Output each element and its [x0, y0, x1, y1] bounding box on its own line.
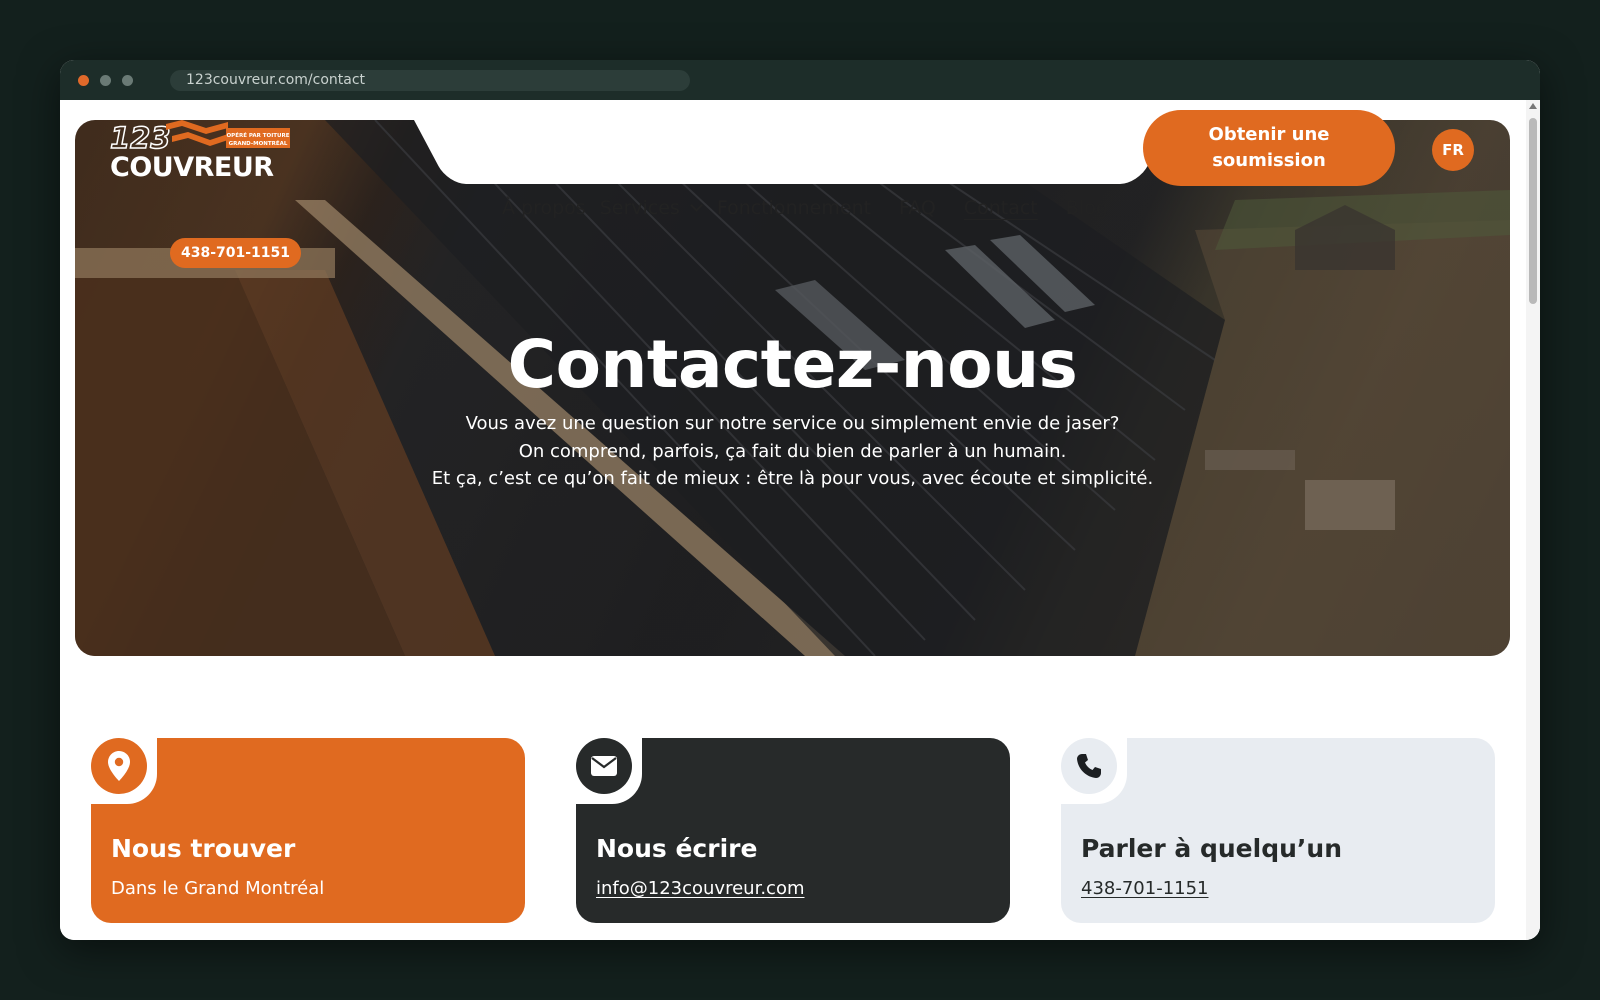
nav-item-fonctionnement[interactable]: Fonctionnement	[717, 197, 871, 219]
page-viewport: 123 OPÉRÉ PAR TOITURE GRAND-MONTRÉAL COU…	[60, 100, 1540, 940]
logo-number: 123	[110, 121, 171, 155]
card-title: Nous écrire	[596, 834, 758, 863]
phone-icon	[1061, 738, 1117, 794]
address-bar[interactable]: 123couvreur.com/contact	[170, 70, 690, 91]
header-phone-button[interactable]: 438-701-1151	[170, 238, 301, 268]
chevron-down-icon	[689, 199, 703, 212]
maximize-window-button[interactable]	[122, 75, 133, 86]
get-quote-button[interactable]: Obtenir une soumission	[1143, 110, 1395, 186]
minimize-window-button[interactable]	[100, 75, 111, 86]
nav-item-services[interactable]: Services	[599, 197, 703, 219]
nav-item-services-label: Services	[599, 197, 680, 219]
browser-titlebar: 123couvreur.com/contact	[60, 60, 1540, 100]
roof-mark-icon	[166, 120, 228, 134]
get-quote-line-2: soumission	[1212, 150, 1326, 171]
hero-subtitle-line-2: On comprend, parfois, ça fait du bien de…	[518, 441, 1067, 462]
main-navigation: À propos Services Fonctionnement FAQ Con…	[502, 194, 1108, 222]
logo-name: COUVREUR	[110, 152, 274, 180]
hero-subtitle-line-3: Et ça, c’est ce qu’on fait de mieux : êt…	[431, 468, 1154, 489]
browser-window: 123couvreur.com/contact 123 OPÉRÉ PAR TO…	[60, 60, 1540, 940]
card-title: Nous trouver	[111, 834, 296, 863]
email-link[interactable]: info@123couvreur.com	[596, 878, 805, 899]
map-pin-icon	[91, 738, 147, 794]
logo-tagline-1: OPÉRÉ PAR TOITURE	[227, 131, 290, 139]
scroll-up-arrow-icon[interactable]	[1529, 103, 1537, 109]
site-logo[interactable]: 123 OPÉRÉ PAR TOITURE GRAND-MONTRÉAL COU…	[109, 118, 300, 184]
nav-item-blog[interactable]: Blog	[1066, 197, 1108, 219]
envelope-icon	[576, 738, 632, 794]
hero-subtitle-line-1: Vous avez une question sur notre service…	[465, 413, 1120, 434]
nav-item-a-propos[interactable]: À propos	[502, 197, 586, 219]
contact-card-email: Nous écrire info@123couvreur.com	[576, 738, 1010, 923]
page-title: Contactez-nous	[507, 326, 1078, 403]
close-window-button[interactable]	[78, 75, 89, 86]
scrollbar[interactable]	[1526, 100, 1540, 940]
scrollbar-thumb[interactable]	[1529, 118, 1537, 304]
nav-background	[465, 120, 1125, 184]
contact-card-location: Nous trouver Dans le Grand Montréal	[91, 738, 525, 923]
nav-item-faq[interactable]: FAQ	[899, 197, 936, 219]
get-quote-line-1: Obtenir une	[1208, 124, 1330, 145]
phone-link[interactable]: 438-701-1151	[1081, 878, 1209, 899]
language-switcher[interactable]: FR	[1432, 129, 1474, 171]
nav-item-contact[interactable]: Contact	[964, 197, 1038, 219]
card-title: Parler à quelqu’un	[1081, 834, 1342, 863]
contact-card-phone: Parler à quelqu’un 438-701-1151	[1061, 738, 1495, 923]
logo-tagline-2: GRAND-MONTRÉAL	[229, 139, 288, 147]
card-value: Dans le Grand Montréal	[111, 878, 325, 899]
